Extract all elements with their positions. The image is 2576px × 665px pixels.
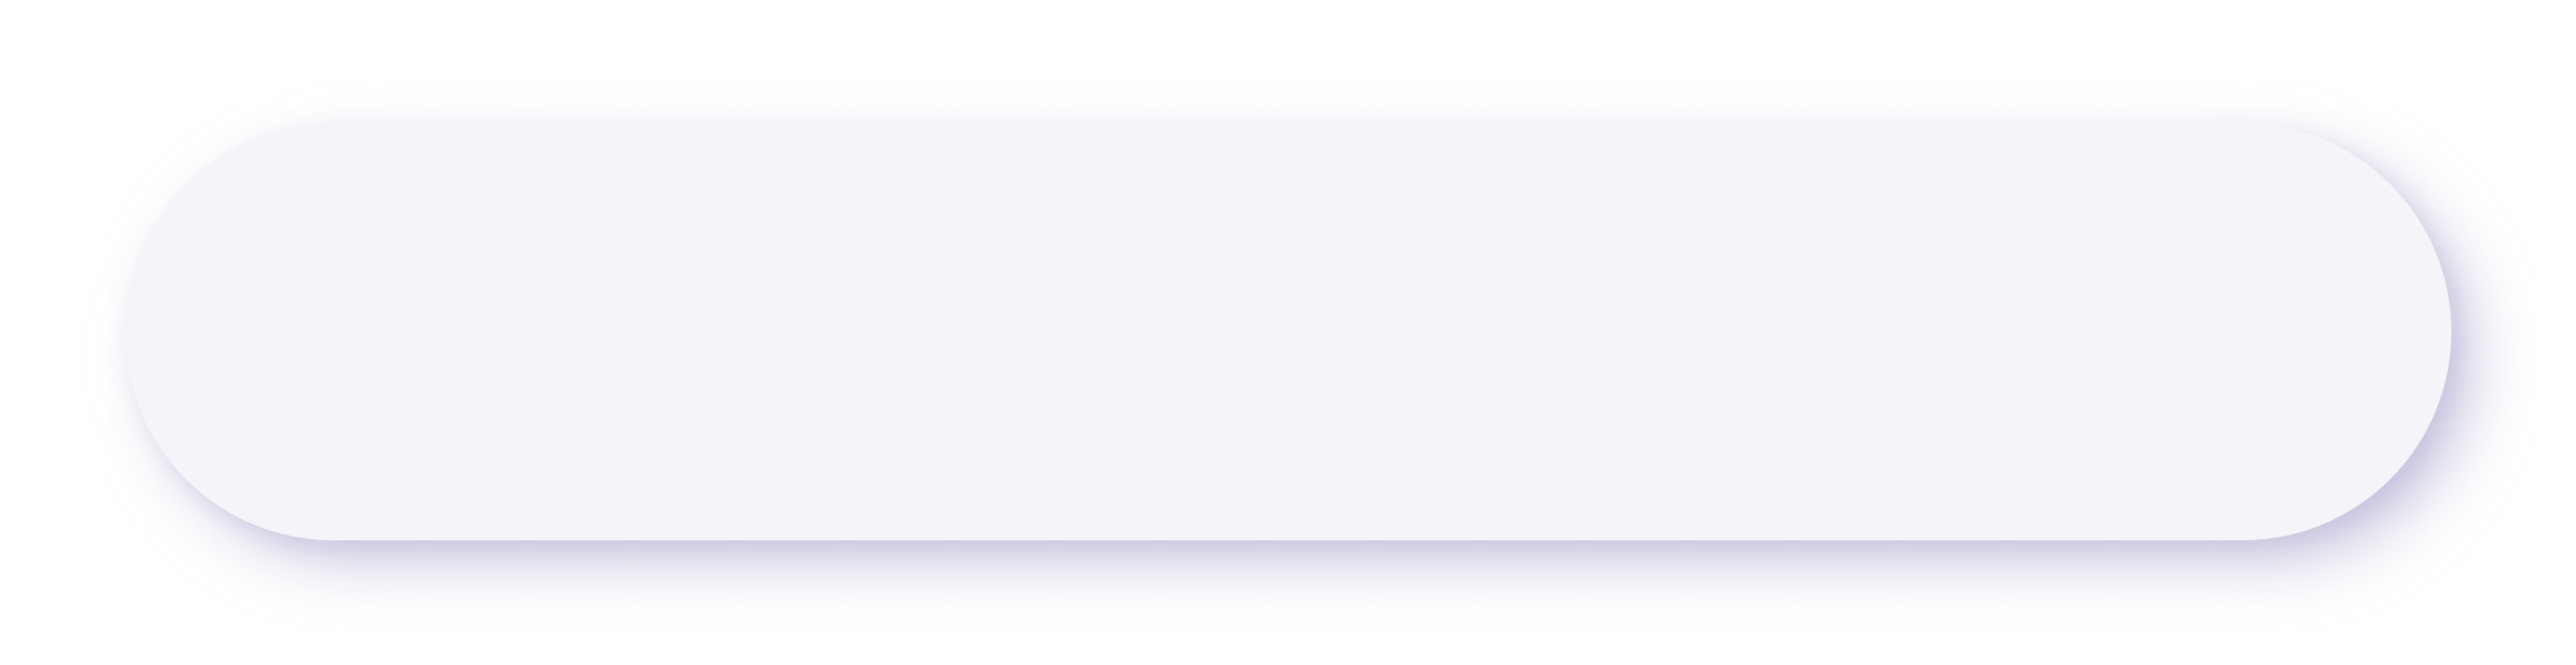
canvas	[0, 0, 2576, 665]
neumorphic-pill-field[interactable]	[125, 123, 2451, 540]
